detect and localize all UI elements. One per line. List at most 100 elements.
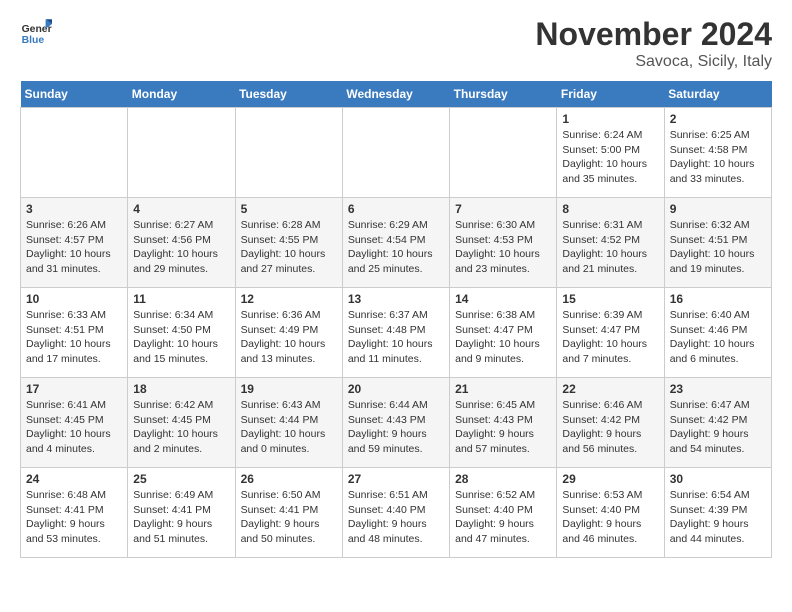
day-number: 21 [455,382,551,396]
calendar-cell: 7 Sunrise: 6:30 AMSunset: 4:53 PMDaylight… [450,198,557,288]
day-number: 8 [562,202,658,216]
cell-info: Sunrise: 6:48 AMSunset: 4:41 PMDaylight:… [26,488,122,547]
day-number: 4 [133,202,229,216]
cell-info: Sunrise: 6:47 AMSunset: 4:42 PMDaylight:… [670,398,766,457]
cell-info: Sunrise: 6:41 AMSunset: 4:45 PMDaylight:… [26,398,122,457]
cell-info: Sunrise: 6:28 AMSunset: 4:55 PMDaylight:… [241,218,337,277]
cell-info: Sunrise: 6:24 AMSunset: 5:00 PMDaylight:… [562,128,658,187]
calendar-cell: 10 Sunrise: 6:33 AMSunset: 4:51 PMDayligh… [21,288,128,378]
day-number: 7 [455,202,551,216]
calendar-cell: 23Sunrise: 6:47 AMSunset: 4:42 PMDayligh… [664,378,771,468]
day-number: 15 [562,292,658,306]
day-number: 5 [241,202,337,216]
cell-info: Sunrise: 6:50 AMSunset: 4:41 PMDaylight:… [241,488,337,547]
cell-info: Sunrise: 6:33 AMSunset: 4:51 PMDaylight:… [26,308,122,367]
logo-area: General Blue [20,16,56,48]
cell-info: Sunrise: 6:39 AMSunset: 4:47 PMDaylight:… [562,308,658,367]
location: Savoca, Sicily, Italy [535,53,772,71]
day-number: 13 [348,292,444,306]
cell-info: Sunrise: 6:46 AMSunset: 4:42 PMDaylight:… [562,398,658,457]
cell-info: Sunrise: 6:26 AMSunset: 4:57 PMDaylight:… [26,218,122,277]
calendar-cell: 29 Sunrise: 6:53 AMSunset: 4:40 PMDayligh… [557,468,664,558]
day-number: 18 [133,382,229,396]
calendar-cell: 19Sunrise: 6:43 AMSunset: 4:44 PMDayligh… [235,378,342,468]
th-wednesday: Wednesday [342,81,449,108]
cell-info: Sunrise: 6:29 AMSunset: 4:54 PMDaylight:… [348,218,444,277]
header: General Blue November 2024 Savoca, Sicil… [20,16,772,71]
calendar-cell: 2 Sunrise: 6:25 AMSunset: 4:58 PMDaylight… [664,108,771,198]
calendar-cell: 12 Sunrise: 6:36 AMSunset: 4:49 PMDayligh… [235,288,342,378]
calendar-cell: 25Sunrise: 6:49 AMSunset: 4:41 PMDayligh… [128,468,235,558]
cell-info: Sunrise: 6:42 AMSunset: 4:45 PMDaylight:… [133,398,229,457]
calendar-cell: 13 Sunrise: 6:37 AMSunset: 4:48 PMDayligh… [342,288,449,378]
cell-info: Sunrise: 6:32 AMSunset: 4:51 PMDaylight:… [670,218,766,277]
th-friday: Friday [557,81,664,108]
th-tuesday: Tuesday [235,81,342,108]
month-title: November 2024 [535,16,772,53]
calendar-cell: 14 Sunrise: 6:38 AMSunset: 4:47 PMDayligh… [450,288,557,378]
calendar-cell: 26Sunrise: 6:50 AMSunset: 4:41 PMDayligh… [235,468,342,558]
th-monday: Monday [128,81,235,108]
calendar-cell: 16Sunrise: 6:40 AMSunset: 4:46 PMDayligh… [664,288,771,378]
day-number: 20 [348,382,444,396]
calendar-cell: 28 Sunrise: 6:52 AMSunset: 4:40 PMDayligh… [450,468,557,558]
calendar-cell [128,108,235,198]
calendar-cell: 21 Sunrise: 6:45 AMSunset: 4:43 PMDayligh… [450,378,557,468]
cell-info: Sunrise: 6:38 AMSunset: 4:47 PMDaylight:… [455,308,551,367]
calendar-cell: 8 Sunrise: 6:31 AMSunset: 4:52 PMDaylight… [557,198,664,288]
cell-info: Sunrise: 6:37 AMSunset: 4:48 PMDaylight:… [348,308,444,367]
cell-info: Sunrise: 6:52 AMSunset: 4:40 PMDaylight:… [455,488,551,547]
page: General Blue November 2024 Savoca, Sicil… [0,0,792,574]
day-number: 10 [26,292,122,306]
day-number: 12 [241,292,337,306]
cell-info: Sunrise: 6:40 AMSunset: 4:46 PMDaylight:… [670,308,766,367]
calendar-cell: 6Sunrise: 6:29 AMSunset: 4:54 PMDaylight… [342,198,449,288]
cell-info: Sunrise: 6:51 AMSunset: 4:40 PMDaylight:… [348,488,444,547]
day-number: 2 [670,112,766,126]
day-number: 9 [670,202,766,216]
week-row-5: 24 Sunrise: 6:48 AMSunset: 4:41 PMDayligh… [21,468,772,558]
week-row-1: 1Sunrise: 6:24 AMSunset: 5:00 PMDaylight… [21,108,772,198]
week-row-2: 3 Sunrise: 6:26 AMSunset: 4:57 PMDaylight… [21,198,772,288]
day-number: 19 [241,382,337,396]
svg-text:Blue: Blue [22,35,45,46]
cell-info: Sunrise: 6:31 AMSunset: 4:52 PMDaylight:… [562,218,658,277]
header-row: Sunday Monday Tuesday Wednesday Thursday… [21,81,772,108]
calendar-cell: 18 Sunrise: 6:42 AMSunset: 4:45 PMDayligh… [128,378,235,468]
cell-info: Sunrise: 6:44 AMSunset: 4:43 PMDaylight:… [348,398,444,457]
cell-info: Sunrise: 6:34 AMSunset: 4:50 PMDaylight:… [133,308,229,367]
calendar-cell: 3 Sunrise: 6:26 AMSunset: 4:57 PMDaylight… [21,198,128,288]
cell-info: Sunrise: 6:54 AMSunset: 4:39 PMDaylight:… [670,488,766,547]
day-number: 3 [26,202,122,216]
cell-info: Sunrise: 6:27 AMSunset: 4:56 PMDaylight:… [133,218,229,277]
day-number: 29 [562,472,658,486]
calendar-cell: 22 Sunrise: 6:46 AMSunset: 4:42 PMDayligh… [557,378,664,468]
cell-info: Sunrise: 6:53 AMSunset: 4:40 PMDaylight:… [562,488,658,547]
calendar-cell: 9 Sunrise: 6:32 AMSunset: 4:51 PMDaylight… [664,198,771,288]
calendar-cell [235,108,342,198]
day-number: 14 [455,292,551,306]
cell-info: Sunrise: 6:30 AMSunset: 4:53 PMDaylight:… [455,218,551,277]
th-sunday: Sunday [21,81,128,108]
th-saturday: Saturday [664,81,771,108]
calendar-cell: 30 Sunrise: 6:54 AMSunset: 4:39 PMDayligh… [664,468,771,558]
week-row-4: 17Sunrise: 6:41 AMSunset: 4:45 PMDayligh… [21,378,772,468]
calendar-cell [21,108,128,198]
day-number: 24 [26,472,122,486]
cell-info: Sunrise: 6:36 AMSunset: 4:49 PMDaylight:… [241,308,337,367]
day-number: 28 [455,472,551,486]
cell-info: Sunrise: 6:45 AMSunset: 4:43 PMDaylight:… [455,398,551,457]
day-number: 22 [562,382,658,396]
cell-info: Sunrise: 6:25 AMSunset: 4:58 PMDaylight:… [670,128,766,187]
calendar-cell: 15 Sunrise: 6:39 AMSunset: 4:47 PMDayligh… [557,288,664,378]
day-number: 30 [670,472,766,486]
cell-info: Sunrise: 6:49 AMSunset: 4:41 PMDaylight:… [133,488,229,547]
calendar-cell: 5 Sunrise: 6:28 AMSunset: 4:55 PMDaylight… [235,198,342,288]
th-thursday: Thursday [450,81,557,108]
calendar-table: Sunday Monday Tuesday Wednesday Thursday… [20,81,772,558]
calendar-cell [450,108,557,198]
calendar-cell: 4 Sunrise: 6:27 AMSunset: 4:56 PMDaylight… [128,198,235,288]
week-row-3: 10 Sunrise: 6:33 AMSunset: 4:51 PMDayligh… [21,288,772,378]
calendar-cell: 11Sunrise: 6:34 AMSunset: 4:50 PMDayligh… [128,288,235,378]
title-area: November 2024 Savoca, Sicily, Italy [535,16,772,71]
